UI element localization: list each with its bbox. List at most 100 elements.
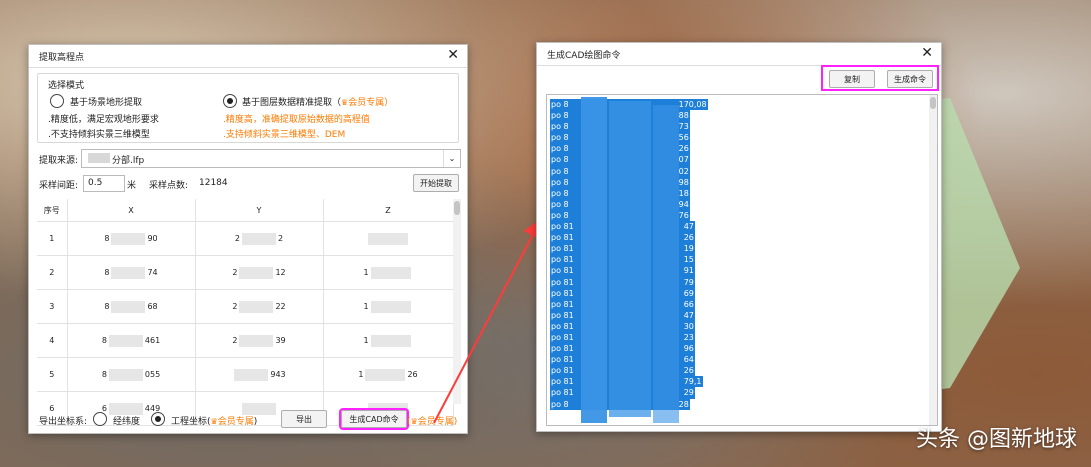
close-icon[interactable]: ✕: [447, 47, 459, 63]
cell-index: 2: [37, 255, 68, 290]
source-select[interactable]: 分部.lfp ⌄: [81, 149, 461, 168]
redacted-value: [111, 266, 146, 279]
redacted-value: [370, 334, 411, 347]
cad-line-suffix: 02: [678, 166, 689, 176]
textarea-scroll-thumb[interactable]: [930, 97, 936, 109]
cad-line-prefix: po 8: [551, 210, 569, 220]
cell-text: 4: [49, 336, 55, 345]
cell-y: 943: [195, 357, 324, 392]
project-coord-label[interactable]: 工程坐标(♛会员专属): [171, 414, 257, 427]
cell-text: 1: [363, 336, 369, 345]
chevron-down-icon[interactable]: ⌄: [443, 150, 460, 167]
cad-line-prefix: po 81: [551, 244, 574, 254]
cell-x: 8 055: [67, 357, 196, 392]
extract-elevation-dialog: 提取高程点 ✕ 选择模式 基于场景地形提取 .精度低，满足宏观地形要求 .不支持…: [28, 44, 468, 434]
cad-line-prefix: po 81: [551, 366, 574, 376]
radio-project-coord[interactable]: [151, 412, 165, 426]
redacted-value: [239, 334, 274, 347]
cell-text: 39: [275, 336, 286, 345]
cell-index: 1: [37, 221, 68, 256]
cell-text: 68: [147, 302, 158, 311]
cell-text: 1: [358, 370, 364, 379]
cad-line-suffix: 88: [678, 111, 689, 121]
vip-badge: 会员专属: [348, 98, 385, 108]
latlon-label[interactable]: 经纬度: [113, 414, 140, 427]
cell-text: 8: [104, 268, 110, 277]
cell-text: 2: [232, 302, 238, 311]
radio-scene-mode[interactable]: [50, 94, 64, 108]
cell-text: 2: [278, 234, 284, 243]
cad-line-prefix: po 81: [551, 266, 574, 276]
cad-command-textarea[interactable]: po 8 170,08 po 8 88 po 8 73 po 8 56 po 8 26 po 8 07…: [546, 94, 938, 426]
cad-line-suffix: 94: [678, 199, 689, 209]
cell-text: 3: [49, 302, 55, 311]
header-index: 序号: [37, 199, 68, 222]
cad-line-prefix: po 81: [551, 299, 574, 309]
cad-line-prefix: po 8: [551, 177, 569, 187]
cad-line-suffix: 73: [678, 122, 689, 132]
start-extract-button[interactable]: 开始提取: [413, 174, 459, 192]
cell-text: 5: [49, 370, 55, 379]
mode-group-label: 选择模式: [48, 81, 85, 91]
generate-cad-button[interactable]: 生成CAD命令: [339, 408, 409, 430]
cell-x: 8 461: [67, 323, 196, 358]
vip-badge: 会员专属: [217, 417, 254, 427]
cad-line-suffix: 15: [683, 255, 694, 265]
cad-line-suffix: 26: [678, 144, 689, 154]
scene-mode-label[interactable]: 基于场景地形提取: [70, 95, 142, 108]
cell-text: 1: [363, 302, 369, 311]
redacted-value: [370, 300, 411, 313]
table-row[interactable]: 2 8 74 2 12 1: [37, 255, 454, 290]
cell-text: 90: [147, 234, 158, 243]
cad-line-prefix: po 81: [551, 377, 574, 387]
cad-line-suffix: 26: [683, 233, 694, 243]
cell-text: 22: [275, 302, 286, 311]
cad-line-prefix: po 8: [551, 122, 569, 132]
cad-line-suffix: 96: [683, 344, 694, 354]
source-value: 分部.lfp: [112, 156, 145, 166]
generate-command-button[interactable]: 生成命令: [887, 70, 933, 88]
textarea-scrollbar[interactable]: [929, 95, 937, 425]
cad-line-prefix: po 81: [551, 255, 574, 265]
cell-text: 12: [275, 268, 286, 277]
table-header: 序号 X Y Z: [37, 199, 454, 222]
table-row[interactable]: 5 8 055 943 1 26: [37, 357, 454, 392]
cell-text: 1: [49, 234, 55, 243]
project-coord-text: 工程坐标(: [171, 417, 211, 427]
table-row[interactable]: 1 8 90 2 2: [37, 221, 454, 256]
redacted-value: [368, 232, 408, 245]
cad-line-prefix: po 8: [551, 133, 569, 143]
radio-latlon[interactable]: [93, 412, 107, 426]
redacted-value: [239, 266, 274, 279]
crown-icon: ♛: [410, 417, 418, 426]
count-value: 12184: [199, 178, 228, 188]
interval-input[interactable]: 0.5: [83, 175, 125, 192]
cell-index: 5: [37, 357, 68, 392]
interval-label: 采样间距:: [39, 181, 79, 191]
radio-layer-mode[interactable]: [223, 94, 237, 108]
cell-text: 26: [407, 370, 418, 379]
cell-text: 055: [144, 370, 161, 379]
layer-mode-label[interactable]: 基于图层数据精准提取（♛会员专属）: [242, 95, 393, 108]
scene-mode-desc2: .不支持倾斜实景三维模型: [48, 130, 150, 140]
cad-line-suffix: 98: [678, 177, 689, 187]
close-icon[interactable]: ✕: [921, 45, 933, 61]
cell-text: 8: [104, 302, 110, 311]
cad-line-prefix: po 8: [551, 100, 569, 109]
cad-line-suffix: 23: [683, 332, 694, 342]
cell-x: 8 68: [67, 289, 196, 324]
cad-line-suffix: 19: [683, 244, 694, 254]
cad-line-suffix: 69: [683, 288, 694, 298]
redacted-value: [108, 334, 143, 347]
table-row[interactable]: 4 8 461 2 39 1: [37, 323, 454, 358]
export-button[interactable]: 导出: [281, 410, 327, 428]
cad-line-prefix: po 8: [551, 144, 569, 154]
cad-line-prefix: po 81: [551, 277, 574, 287]
cell-y: 2 39: [195, 323, 324, 358]
cad-line-suffix: 56: [678, 133, 689, 143]
cell-y: 2 22: [195, 289, 324, 324]
table-row[interactable]: 3 8 68 2 22 1: [37, 289, 454, 324]
copy-button[interactable]: 复制: [829, 70, 875, 88]
redacted-value: [108, 402, 143, 415]
cad-dialog-titlebar: 生成CAD绘图命令 ✕: [537, 43, 941, 66]
